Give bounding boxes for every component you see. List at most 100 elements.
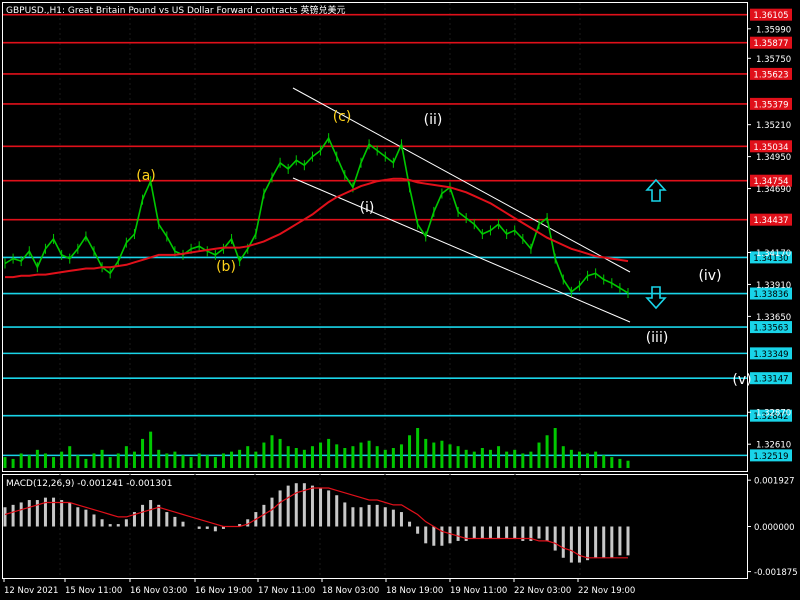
macd-histogram-bar — [448, 526, 452, 544]
chart-canvas: 1.361051.358771.356231.353791.350341.347… — [0, 0, 800, 600]
volume-bar — [189, 457, 193, 468]
volume-bar — [165, 453, 169, 468]
volume-bar — [351, 446, 355, 468]
macd-histogram-bar — [205, 526, 209, 529]
volume-bar — [132, 451, 136, 468]
volume-bar — [335, 444, 339, 468]
macd-histogram-bar — [456, 526, 460, 541]
volume-bar — [399, 444, 403, 468]
volume-bar — [141, 438, 145, 468]
macd-histogram-bar — [68, 502, 72, 527]
macd-histogram-bar — [84, 509, 88, 527]
macd-histogram-bar — [213, 526, 217, 532]
resistance-tag-label: 1.35034 — [753, 143, 788, 153]
support-tag-label: 1.33349 — [753, 350, 788, 360]
macd-histogram-bar — [108, 524, 112, 527]
time-tick-label: 18 Nov 03:00 — [322, 586, 379, 596]
volume-bar — [221, 453, 225, 468]
volume-bar — [343, 448, 347, 468]
volume-bar — [60, 451, 64, 468]
resistance-tag-label: 1.35877 — [753, 39, 788, 49]
macd-histogram-bar — [586, 526, 590, 561]
macd-histogram-bar — [488, 526, 492, 539]
time-tick-label: 17 Nov 11:00 — [258, 586, 315, 596]
volume-bar — [254, 451, 258, 468]
macd-histogram-bar — [60, 500, 64, 527]
macd-histogram-bar — [561, 526, 565, 558]
macd-histogram-bar — [181, 521, 185, 527]
volume-bar — [246, 446, 250, 468]
macd-histogram-bar — [545, 526, 549, 541]
volume-bar — [432, 442, 436, 468]
macd-histogram-bar — [116, 524, 120, 527]
volume-bar — [464, 449, 468, 468]
macd-histogram-bar — [505, 526, 509, 539]
volume-bar — [230, 451, 234, 468]
macd-histogram-bar — [278, 490, 282, 527]
volume-bar — [610, 457, 614, 468]
volume-bar — [569, 449, 573, 468]
volume-bar — [27, 455, 31, 468]
volume-bar — [497, 446, 501, 468]
macd-histogram-bar — [626, 526, 630, 556]
volume-bar — [440, 440, 444, 468]
volume-bar — [319, 442, 323, 468]
macd-histogram-bar — [375, 504, 379, 527]
volume-bar — [456, 446, 460, 468]
macd-histogram-bar — [383, 507, 387, 527]
resistance-tag-label: 1.34437 — [753, 216, 788, 226]
support-tag-label: 1.32519 — [753, 452, 788, 462]
price-tick-label: 1.32870 — [756, 409, 791, 419]
macd-histogram-bar — [497, 526, 501, 539]
macd-histogram-bar — [141, 504, 145, 527]
macd-histogram-bar — [569, 526, 573, 563]
macd-histogram-bar — [602, 526, 606, 558]
volume-bar — [197, 453, 201, 468]
volume-bar — [594, 451, 598, 468]
volume-bar — [35, 449, 39, 468]
volume-bar — [529, 451, 533, 468]
time-tick-label: 15 Nov 11:00 — [65, 586, 122, 596]
time-tick-label: 19 Nov 11:00 — [450, 586, 507, 596]
macd-histogram-bar — [424, 526, 428, 544]
volume-bar — [480, 448, 484, 468]
volume-bar — [76, 455, 80, 468]
volume-bar — [416, 428, 420, 468]
volume-bar — [108, 457, 112, 468]
volume-bar — [310, 446, 314, 468]
macd-histogram-bar — [440, 526, 444, 546]
macd-histogram-bar — [270, 497, 274, 527]
macd-histogram-bar — [351, 507, 355, 527]
volume-bar — [124, 446, 128, 468]
macd-histogram-bar — [399, 512, 403, 527]
macd-histogram-bar — [480, 526, 484, 539]
volume-bar — [92, 453, 96, 468]
volume-bar — [157, 449, 161, 468]
macd-title: MACD(12,26,9) -0.001241 -0.001301 — [6, 479, 172, 489]
macd-histogram-bar — [124, 519, 128, 527]
price-tick-label: 1.35210 — [756, 121, 791, 131]
macd-tick-label: -0.001875 — [754, 568, 798, 578]
macd-histogram-bar — [100, 519, 104, 527]
volume-bar — [149, 431, 153, 468]
macd-histogram-bar — [149, 500, 153, 527]
volume-bar — [181, 455, 185, 468]
volume-bar — [618, 458, 622, 468]
wave-label: (iii) — [646, 330, 669, 346]
volume-bar — [84, 458, 88, 468]
volume-bar — [586, 453, 590, 468]
macd-histogram-bar — [294, 483, 298, 527]
macd-histogram-bar — [19, 502, 23, 527]
wave-label: (a) — [136, 168, 156, 184]
time-tick-label: 22 Nov 19:00 — [578, 586, 635, 596]
price-tick-label: 1.34690 — [756, 185, 791, 195]
macd-histogram-bar — [197, 526, 201, 529]
time-tick-label: 18 Nov 19:00 — [386, 586, 443, 596]
macd-histogram-bar — [618, 526, 622, 556]
time-tick-label: 16 Nov 19:00 — [195, 586, 252, 596]
price-tick-label: 1.34170 — [756, 249, 791, 259]
macd-histogram-bar — [27, 500, 31, 527]
wave-label: (i) — [360, 200, 375, 216]
wave-label: (v) — [732, 372, 751, 388]
volume-bar — [286, 446, 290, 468]
